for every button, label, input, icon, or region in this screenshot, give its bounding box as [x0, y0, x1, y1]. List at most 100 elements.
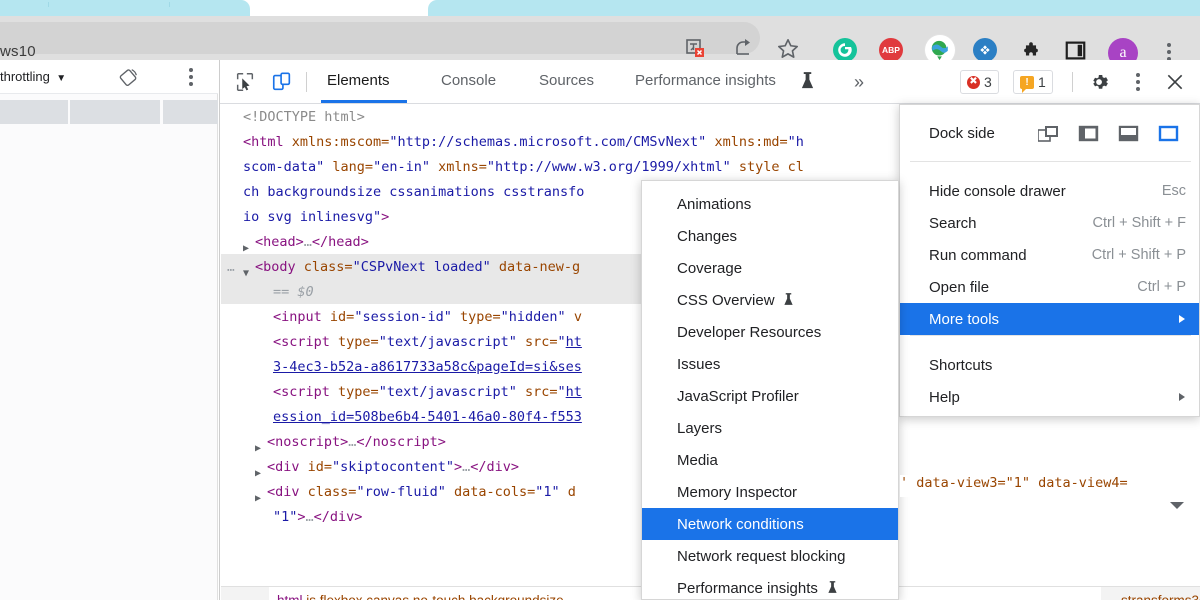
devtools-toolbar: Elements Console Sources Performance ins… [220, 60, 1200, 104]
browser-toolbar: ws10 ABP a [0, 16, 1200, 68]
device-toolbar: throttling ▼ [0, 60, 218, 94]
inspect-element-icon[interactable] [234, 71, 256, 98]
warning-count-badge[interactable]: ! 1 [1013, 70, 1053, 94]
warning-icon: ! [1020, 75, 1034, 93]
submenu-item-network-request-blocking[interactable]: Network request blocking [642, 540, 898, 572]
share-icon[interactable] [731, 36, 757, 62]
breadcrumb-overflow-left[interactable]: … [236, 587, 251, 600]
device-emulation-pane: throttling ▼ [0, 60, 218, 600]
dock-left-icon[interactable] [1078, 125, 1099, 142]
bookmark-star-icon[interactable] [775, 36, 801, 62]
grammarly-extension-icon[interactable] [833, 38, 857, 62]
menu-separator [910, 161, 1191, 162]
experimental-flask-icon [780, 292, 795, 308]
tab-favicon-tick [48, 2, 49, 7]
experimental-flask-icon [823, 580, 838, 596]
breadcrumb-overflow-right[interactable]: … [1173, 587, 1188, 600]
rotate-device-icon[interactable] [118, 66, 140, 93]
browser-tab-strip [0, 0, 1200, 16]
address-bar[interactable] [0, 22, 760, 54]
extensions-puzzle-icon[interactable] [1019, 38, 1043, 62]
submenu-item-label: Layers [677, 419, 723, 437]
submenu-item-label: CSS Overview [677, 292, 794, 309]
submenu-item-network-conditions[interactable]: Network conditions [642, 508, 898, 540]
chevron-right-icon [1179, 315, 1185, 323]
menu-item-more-tools[interactable]: More tools [900, 303, 1199, 335]
menu-item-shortcuts[interactable]: Shortcuts [900, 349, 1199, 381]
submenu-item-coverage[interactable]: Coverage [642, 252, 898, 284]
dropbox-extension-icon[interactable] [973, 38, 997, 62]
submenu-item-label: Network conditions [677, 515, 804, 533]
warning-count: 1 [1038, 74, 1046, 90]
submenu-item-label: Network request blocking [677, 547, 846, 565]
submenu-item-label: JavaScript Profiler [677, 387, 799, 405]
browser-tab-3[interactable] [428, 0, 1200, 16]
preview-block [163, 100, 218, 124]
submenu-item-label: Issues [677, 355, 721, 373]
menu-item-label: Help [929, 388, 960, 406]
side-panel-icon[interactable] [1063, 38, 1087, 62]
browser-tab-1[interactable] [0, 0, 250, 16]
address-bar-text: ws10 [0, 43, 36, 60]
menu-item-label: Open file [929, 278, 990, 296]
chevron-right-icon [1179, 393, 1185, 401]
menu-separator [910, 335, 1191, 336]
submenu-item-memory-inspector[interactable]: Memory Inspector [642, 476, 898, 508]
preview-block [70, 100, 160, 124]
dock-right-icon[interactable] [1158, 125, 1179, 142]
page-viewport-preview[interactable] [0, 94, 218, 600]
breadcrumb-left-text: html.js.flexbox.canvas.no-touch.backgrou… [277, 593, 567, 600]
menu-item-accelerator: Ctrl + Shift + F [1092, 215, 1186, 231]
adblock-plus-extension-icon[interactable]: ABP [879, 38, 903, 62]
tab-elements-underline [321, 100, 407, 103]
devtools-settings-menu: Dock side Hide console drawer Esc Search… [899, 104, 1200, 417]
dom-scroll-chevron-icon[interactable] [1168, 498, 1186, 516]
submenu-item-javascript-profiler[interactable]: JavaScript Profiler [642, 380, 898, 412]
menu-item-accelerator: Ctrl + Shift + P [1091, 247, 1186, 263]
menu-item-label: Search [929, 214, 977, 232]
tab-overflow-more[interactable]: » [854, 72, 864, 93]
menu-item-hide-console-drawer[interactable]: Hide console drawer Esc [900, 175, 1199, 207]
submenu-item-label: Media [677, 451, 718, 469]
devtools-close-icon[interactable] [1165, 72, 1185, 97]
error-count: 3 [984, 74, 992, 90]
submenu-item-label: Developer Resources [677, 323, 822, 341]
submenu-item-animations[interactable]: Animations [642, 188, 898, 220]
submenu-item-layers[interactable]: Layers [642, 412, 898, 444]
submenu-item-label: Coverage [677, 259, 743, 277]
toolbar-divider [306, 72, 307, 92]
menu-item-help[interactable]: Help [900, 381, 1199, 413]
submenu-item-changes[interactable]: Changes [642, 220, 898, 252]
tab-performance-insights[interactable]: Performance insights [635, 72, 776, 89]
performance-insights-flask-icon [800, 72, 815, 96]
abp-label: ABP [882, 45, 900, 55]
submenu-item-media[interactable]: Media [642, 444, 898, 476]
menu-item-run-command[interactable]: Run command Ctrl + Shift + P [900, 239, 1199, 271]
submenu-item-issues[interactable]: Issues [642, 348, 898, 380]
more-tools-submenu: Animations Changes Coverage CSS Overview De… [641, 180, 899, 600]
device-more-options-icon[interactable] [189, 68, 193, 86]
menu-item-open-file[interactable]: Open file Ctrl + P [900, 271, 1199, 303]
breadcrumb-node-html-right[interactable]: stransforms3d.csstransitions.fontfà [1121, 587, 1200, 600]
toggle-device-toolbar-icon[interactable] [271, 71, 293, 98]
dock-undocked-icon[interactable] [1037, 125, 1058, 142]
throttling-dropdown[interactable]: throttling ▼ [0, 69, 66, 84]
menu-item-accelerator: Esc [1161, 183, 1186, 199]
tab-elements[interactable]: Elements [327, 72, 390, 89]
menu-item-search[interactable]: Search Ctrl + Shift + F [900, 207, 1199, 239]
error-count-badge[interactable]: ✖ 3 [960, 70, 999, 94]
devtools-settings-gear-icon[interactable] [1088, 71, 1110, 98]
submenu-item-css-overview[interactable]: CSS Overview [642, 284, 898, 316]
submenu-item-label: Performance insights [677, 580, 838, 597]
browser-tab-active[interactable] [278, 0, 438, 16]
menu-item-label: Hide console drawer [929, 182, 1066, 200]
chrome-kebab-menu-icon[interactable] [1167, 43, 1171, 61]
tab-console[interactable]: Console [441, 72, 496, 89]
tab-sources[interactable]: Sources [539, 72, 594, 89]
devtools-more-options-icon[interactable] [1136, 73, 1140, 91]
submenu-item-performance-insights[interactable]: Performance insights [642, 572, 898, 600]
translate-blocked-icon[interactable] [683, 36, 709, 62]
submenu-item-label: Memory Inspector [677, 483, 798, 501]
dock-bottom-icon[interactable] [1118, 125, 1139, 142]
submenu-item-developer-resources[interactable]: Developer Resources [642, 316, 898, 348]
